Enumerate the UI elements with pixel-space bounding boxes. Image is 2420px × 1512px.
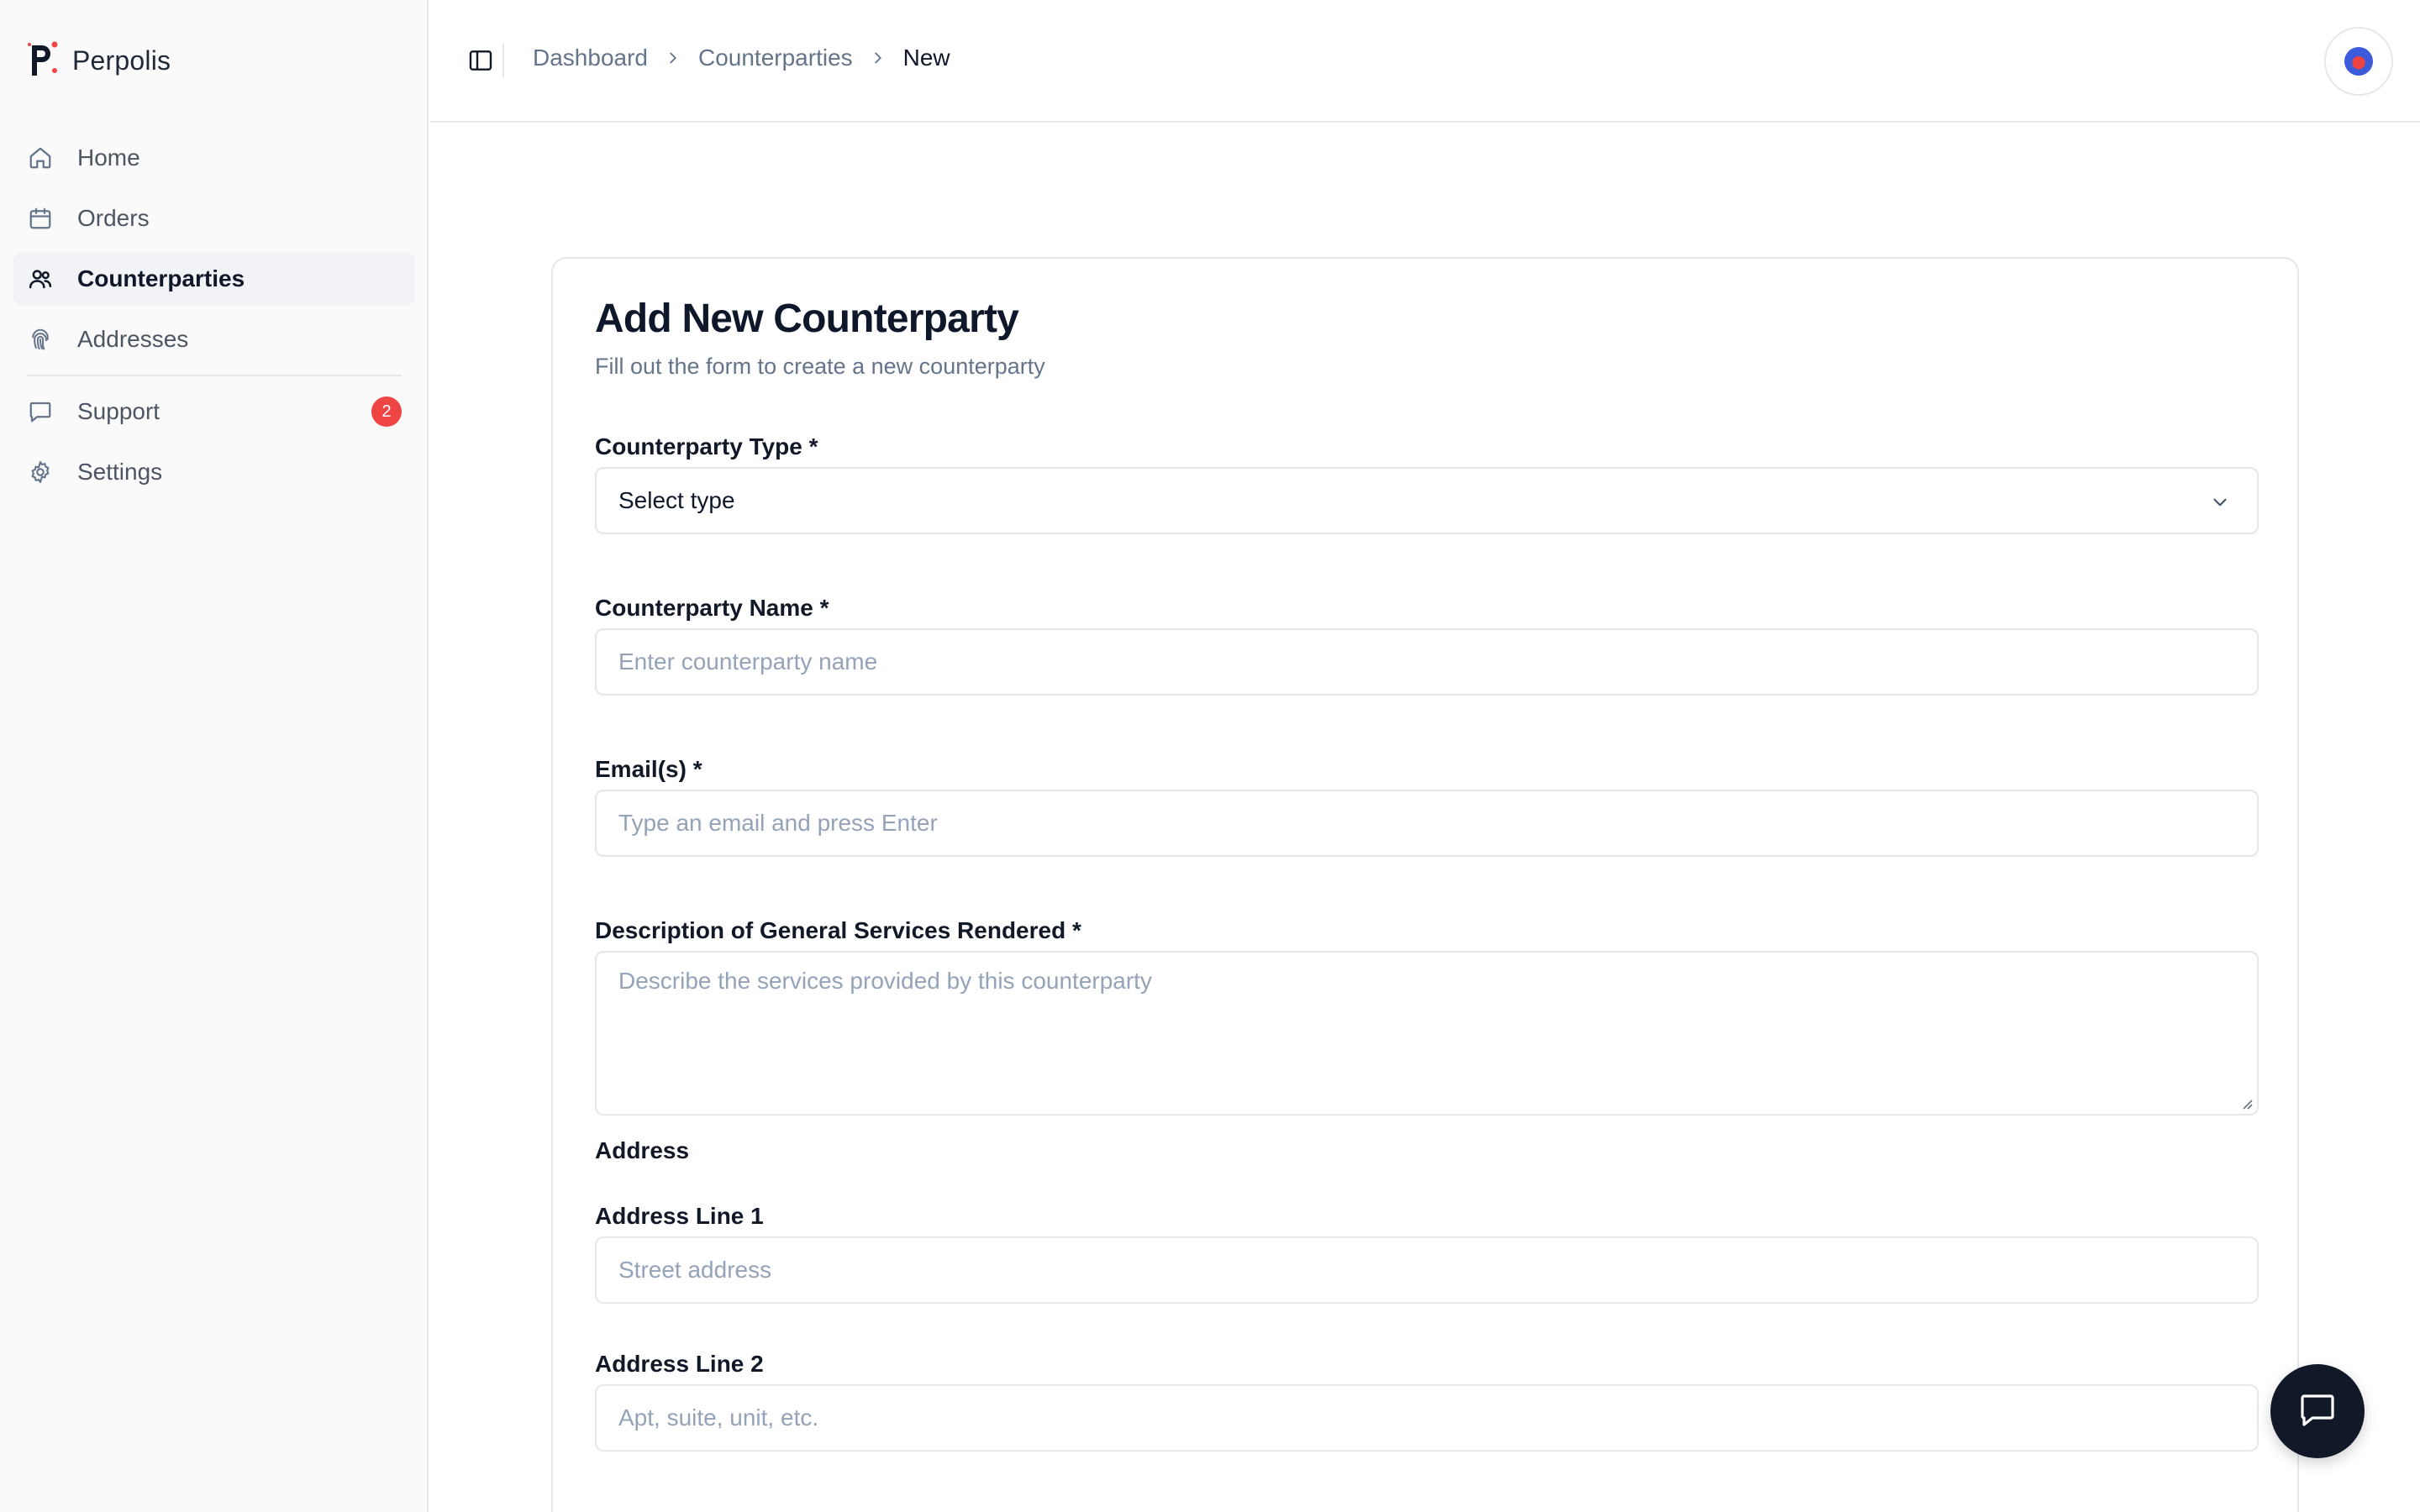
fingerprint-icon [27, 326, 54, 353]
message-icon [27, 398, 54, 425]
description-label: Description of General Services Rendered… [595, 917, 1081, 943]
counterparty-type-label: Counterparty Type * [595, 433, 818, 459]
breadcrumb-dashboard[interactable]: Dashboard [533, 45, 648, 71]
sidebar-item-label: Support [77, 398, 160, 424]
app-name: Perpolis [72, 45, 171, 76]
breadcrumb-current: New [902, 45, 950, 71]
description-textarea[interactable]: Describe the services provided by this c… [595, 951, 2259, 1116]
sidebar-item-label: Orders [77, 205, 150, 231]
user-menu-button[interactable] [2324, 27, 2393, 96]
page-title: Add New Counterparty [595, 297, 1019, 341]
field-counterparty-type: Counterparty Type * Select type [595, 433, 2259, 534]
brand[interactable]: Perpolis [27, 40, 171, 81]
address-line-2-input[interactable]: Apt, suite, unit, etc. [595, 1384, 2259, 1452]
sidebar-item-label: Home [77, 144, 140, 171]
users-icon [27, 265, 54, 292]
address-section-title: Address [595, 1137, 690, 1163]
perpolis-logo-icon [27, 40, 60, 81]
sidebar-item-addresses[interactable]: Addresses [13, 312, 415, 366]
field-description: Description of General Services Rendered… [595, 917, 2259, 1116]
breadcrumb: Dashboard Counterparties New [533, 45, 950, 71]
chat-icon [2297, 1389, 2338, 1434]
sidebar-item-orders[interactable]: Orders [13, 192, 415, 245]
sidebar-item-label: Settings [77, 459, 163, 485]
resize-handle-icon[interactable] [2238, 1095, 2254, 1110]
address-line-1-placeholder: Street address [618, 1257, 772, 1283]
topbar-divider [502, 44, 504, 77]
address-line-1-label: Address Line 1 [595, 1203, 764, 1229]
sidebar-toggle-icon[interactable] [466, 45, 496, 76]
field-address-line-2: Address Line 2 Apt, suite, unit, etc. [595, 1351, 2259, 1452]
home-icon [27, 144, 54, 171]
support-badge: 2 [371, 396, 402, 427]
counterparty-name-placeholder: Enter counterparty name [618, 648, 878, 675]
field-counterparty-name: Counterparty Name * Enter counterparty n… [595, 595, 2259, 696]
counterparty-name-label: Counterparty Name * [595, 595, 829, 621]
chevron-down-icon [2205, 487, 2235, 517]
address-line-1-input[interactable]: Street address [595, 1236, 2259, 1304]
emails-placeholder: Type an email and press Enter [618, 810, 938, 836]
sidebar-item-settings[interactable]: Settings [13, 445, 415, 499]
calendar-icon [27, 205, 54, 232]
avatar [2344, 47, 2373, 76]
counterparty-type-select[interactable]: Select type [595, 467, 2259, 534]
chevron-right-icon [853, 49, 903, 67]
sidebar-item-counterparties[interactable]: Counterparties [13, 252, 415, 306]
topbar: Dashboard Counterparties New [430, 0, 2420, 123]
counterparty-name-input[interactable]: Enter counterparty name [595, 628, 2259, 696]
emails-label: Email(s) * [595, 756, 702, 782]
sidebar: Perpolis Home Orders Counterparties Addr… [0, 0, 429, 1512]
field-address-line-1: Address Line 1 Street address [595, 1203, 2259, 1304]
sidebar-item-label: Addresses [77, 326, 189, 352]
description-placeholder: Describe the services provided by this c… [618, 968, 1152, 994]
gear-icon [27, 459, 54, 486]
address-line-2-placeholder: Apt, suite, unit, etc. [618, 1404, 819, 1431]
sidebar-divider [27, 375, 402, 376]
sidebar-nav: Home Orders Counterparties Addresses Sup… [13, 131, 415, 506]
chevron-right-icon [648, 49, 698, 67]
counterparty-type-value: Select type [618, 487, 735, 513]
page-subtitle: Fill out the form to create a new counte… [595, 354, 1045, 379]
sidebar-item-support[interactable]: Support 2 [13, 385, 415, 438]
breadcrumb-counterparties[interactable]: Counterparties [698, 45, 853, 71]
field-emails: Email(s) * Type an email and press Enter [595, 756, 2259, 857]
emails-input[interactable]: Type an email and press Enter [595, 790, 2259, 857]
chat-button[interactable] [2270, 1364, 2365, 1458]
sidebar-item-label: Counterparties [77, 265, 245, 291]
new-counterparty-card: Add New Counterparty Fill out the form t… [551, 257, 2299, 1512]
sidebar-item-home[interactable]: Home [13, 131, 415, 185]
address-line-2-label: Address Line 2 [595, 1351, 764, 1377]
